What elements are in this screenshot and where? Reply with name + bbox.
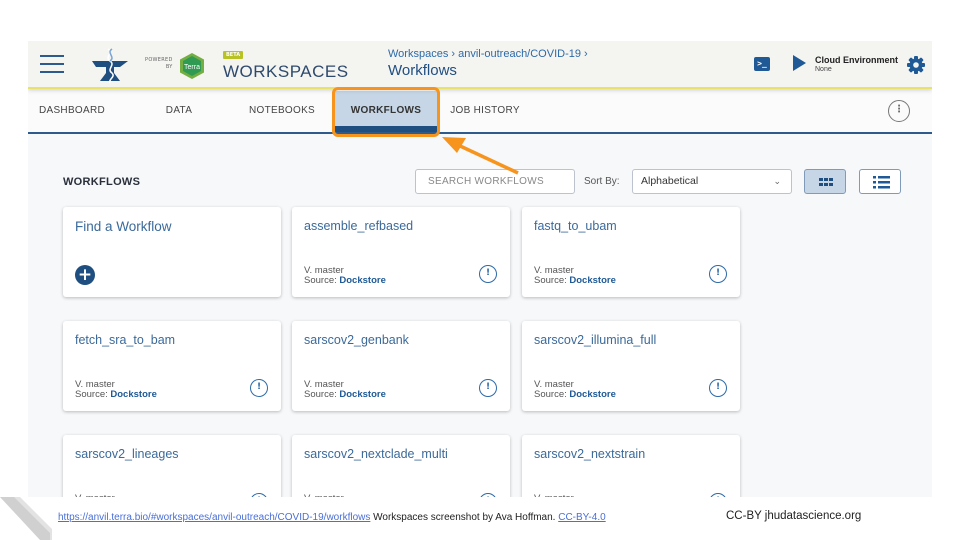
workflow-source: Source: Dockstore	[304, 389, 386, 400]
sort-select[interactable]: Alphabetical ⌄	[632, 169, 792, 194]
workflow-source: Source: Dockstore	[534, 275, 616, 286]
workflow-source: Source: Dockstore	[75, 389, 157, 400]
workflow-version: V. master	[534, 493, 574, 497]
breadcrumb[interactable]: Workspaces › anvil-outreach/COVID-19 ›	[388, 48, 588, 60]
workflow-card[interactable]: sarscov2_illumina_full V. master Source: D…	[522, 321, 740, 411]
workflow-version: V. master	[304, 493, 344, 497]
license-link[interactable]: CC-BY-4.0	[558, 512, 605, 523]
workflow-card[interactable]: fastq_to_ubam V. master Source: Dockstore!	[522, 207, 740, 297]
workflow-name[interactable]: sarscov2_nextclade_multi	[304, 447, 448, 461]
play-icon[interactable]	[793, 55, 806, 71]
gear-icon[interactable]	[906, 55, 926, 75]
tab-data[interactable]: DATA	[154, 91, 204, 132]
workflow-card[interactable]: sarscov2_genbank V. master Source: Docksto…	[292, 321, 510, 411]
workflow-card[interactable]: sarscov2_lineagesV. masterSource: Dockst…	[63, 435, 281, 497]
slide-corner-decoration	[0, 497, 52, 540]
workflow-version: V. master	[75, 493, 115, 497]
powered-text: POWERED	[145, 57, 173, 63]
tab-bar: DASHBOARD DATA NOTEBOOKS WORKFLOWS JOB H…	[28, 91, 932, 134]
workflow-name[interactable]: sarscov2_illumina_full	[534, 333, 656, 347]
info-icon[interactable]: !	[250, 493, 268, 497]
info-icon[interactable]: !	[479, 265, 497, 283]
anvil-logo-icon	[92, 48, 128, 84]
workflow-name[interactable]: sarscov2_lineages	[75, 447, 179, 461]
plus-icon: +	[75, 265, 95, 285]
source-label: Source:	[75, 389, 108, 400]
list-icon	[873, 176, 890, 189]
by-text: BY	[165, 64, 173, 70]
terminal-icon[interactable]: >_	[754, 57, 770, 71]
source-label: Source:	[304, 389, 337, 400]
grid-view-button[interactable]	[804, 169, 846, 194]
sort-by-label: Sort By:	[584, 176, 620, 187]
app-screenshot: POWERED BY Terra BETA WORKSPACES Workspac…	[28, 41, 932, 497]
workflow-card[interactable]: sarscov2_nextclade_multiV. masterSource:…	[292, 435, 510, 497]
arrow-head	[442, 137, 466, 153]
cloud-environment-label[interactable]: Cloud Environment	[815, 55, 898, 65]
workflow-card[interactable]: fetch_sra_to_bam V. master Source: Docksto…	[63, 321, 281, 411]
workflow-name[interactable]: assemble_refbased	[304, 219, 413, 233]
workflow-name[interactable]: fetch_sra_to_bam	[75, 333, 175, 347]
powered-by-label: POWERED BY	[145, 57, 173, 71]
info-icon[interactable]: !	[709, 265, 727, 283]
tab-workflows[interactable]: WORKFLOWS	[335, 91, 437, 132]
tab-dashboard[interactable]: DASHBOARD	[28, 91, 116, 132]
info-icon[interactable]: !	[479, 379, 497, 397]
section-title: WORKFLOWS	[63, 176, 141, 188]
info-icon[interactable]: !	[709, 493, 727, 497]
workflow-name[interactable]: fastq_to_ubam	[534, 219, 617, 233]
footer-license-text: CC-BY jhudatascience.org	[726, 510, 862, 522]
top-bar: POWERED BY Terra BETA WORKSPACES Workspac…	[28, 41, 932, 89]
page-title: Workflows	[388, 62, 457, 79]
workflow-source: Source: Dockstore	[304, 275, 386, 286]
terra-logo-icon: Terra	[180, 53, 204, 79]
workflow-name[interactable]: sarscov2_genbank	[304, 333, 409, 347]
cloud-environment-status: None	[815, 66, 832, 73]
info-icon[interactable]: !	[479, 493, 497, 497]
find-workflow-title: Find a Workflow	[75, 219, 172, 234]
source-value: Dockstore	[569, 275, 616, 286]
beta-badge: BETA	[223, 51, 244, 59]
chevron-down-icon: ⌄	[773, 176, 781, 186]
terra-text: Terra	[184, 64, 200, 71]
search-input[interactable]: SEARCH WORKFLOWS	[415, 169, 575, 194]
source-label: Source:	[534, 275, 567, 286]
workflow-card[interactable]: assemble_refbased V. master Source: Dockst…	[292, 207, 510, 297]
grid-icon	[819, 178, 833, 186]
workflow-name[interactable]: sarscov2_nextstrain	[534, 447, 645, 461]
tab-job-history[interactable]: JOB HISTORY	[442, 91, 528, 132]
source-label: Source:	[304, 275, 337, 286]
app-title[interactable]: WORKSPACES	[223, 62, 349, 82]
info-icon[interactable]: !	[250, 379, 268, 397]
footer-credit: https://anvil.terra.bio/#workspaces/anvi…	[58, 512, 606, 523]
hamburger-menu-icon[interactable]	[40, 55, 64, 73]
find-workflow-card[interactable]: Find a Workflow +	[63, 207, 281, 297]
source-url-link[interactable]: https://anvil.terra.bio/#workspaces/anvi…	[58, 512, 370, 523]
source-value: Dockstore	[569, 389, 616, 400]
source-value: Dockstore	[339, 389, 386, 400]
source-value: Dockstore	[339, 275, 386, 286]
workflow-source: Source: Dockstore	[534, 389, 616, 400]
tab-notebooks[interactable]: NOTEBOOKS	[242, 91, 322, 132]
more-options-icon[interactable]: ⋮	[888, 100, 910, 122]
credit-text: Workspaces screenshot by Ava Hoffman.	[370, 512, 559, 523]
source-label: Source:	[534, 389, 567, 400]
workflow-card[interactable]: sarscov2_nextstrainV. masterSource: Dock…	[522, 435, 740, 497]
list-view-button[interactable]	[859, 169, 901, 194]
info-icon[interactable]: !	[709, 379, 727, 397]
sort-select-value: Alphabetical	[641, 175, 699, 187]
source-value: Dockstore	[110, 389, 157, 400]
